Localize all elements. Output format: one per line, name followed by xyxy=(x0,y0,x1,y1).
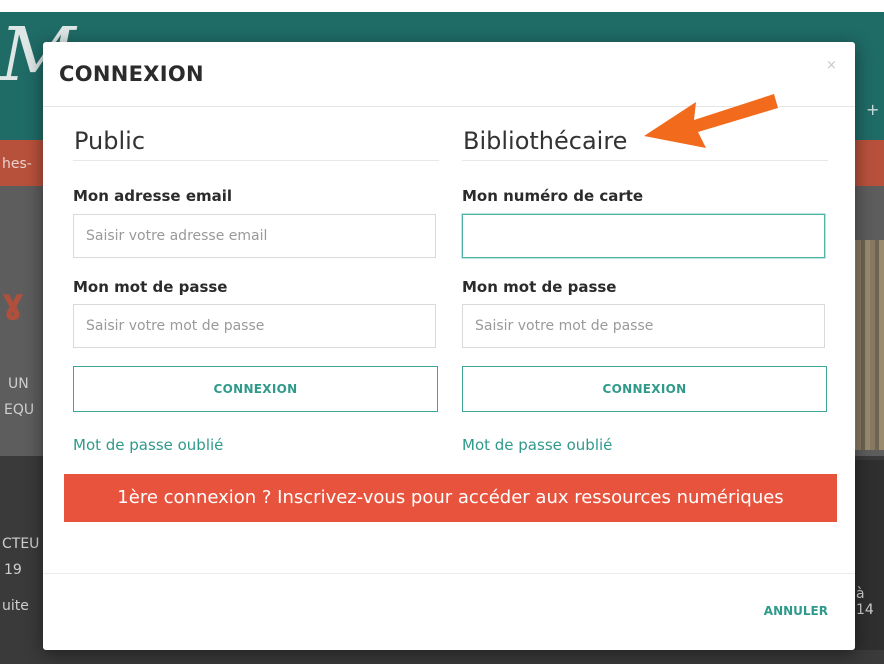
librarian-password-label: Mon mot de passe xyxy=(462,278,617,296)
annotation-arrow-icon xyxy=(644,94,778,148)
public-password-label: Mon mot de passe xyxy=(73,278,228,296)
close-icon[interactable]: × xyxy=(826,58,837,73)
public-password-input[interactable] xyxy=(73,304,436,348)
card-number-input[interactable] xyxy=(462,214,825,258)
background-text-fragment: UN xyxy=(8,376,29,392)
background-text-fragment: CTEU xyxy=(2,536,40,552)
public-heading: Public xyxy=(73,126,439,161)
public-login-button[interactable]: CONNEXION xyxy=(73,366,438,412)
annotation-arrow-shape xyxy=(644,94,778,148)
background-network-icon: ɣ xyxy=(2,282,24,322)
background-text-fragment: EQU xyxy=(4,402,35,418)
background-text-fragment: à 14 xyxy=(856,586,874,618)
background-nav-item: hes- xyxy=(2,156,32,172)
background-plus-icon: + xyxy=(866,100,880,119)
background-text-fragment: 19 xyxy=(4,562,22,578)
modal-footer: ANNULER xyxy=(43,573,855,651)
cancel-button[interactable]: ANNULER xyxy=(764,604,828,618)
background-text-fragment: uite xyxy=(2,598,29,614)
librarian-login-button[interactable]: CONNEXION xyxy=(462,366,827,412)
card-number-label: Mon numéro de carte xyxy=(462,187,644,205)
email-label: Mon adresse email xyxy=(73,187,233,205)
email-input[interactable] xyxy=(73,214,436,258)
modal-title: CONNEXION xyxy=(59,62,204,86)
librarian-forgot-password-link[interactable]: Mot de passe oublié xyxy=(462,436,612,454)
librarian-password-input[interactable] xyxy=(462,304,825,348)
public-forgot-password-link[interactable]: Mot de passe oublié xyxy=(73,436,223,454)
signup-banner[interactable]: 1ère connexion ? Inscrivez-vous pour acc… xyxy=(64,474,837,522)
background-top-strip xyxy=(0,0,884,12)
